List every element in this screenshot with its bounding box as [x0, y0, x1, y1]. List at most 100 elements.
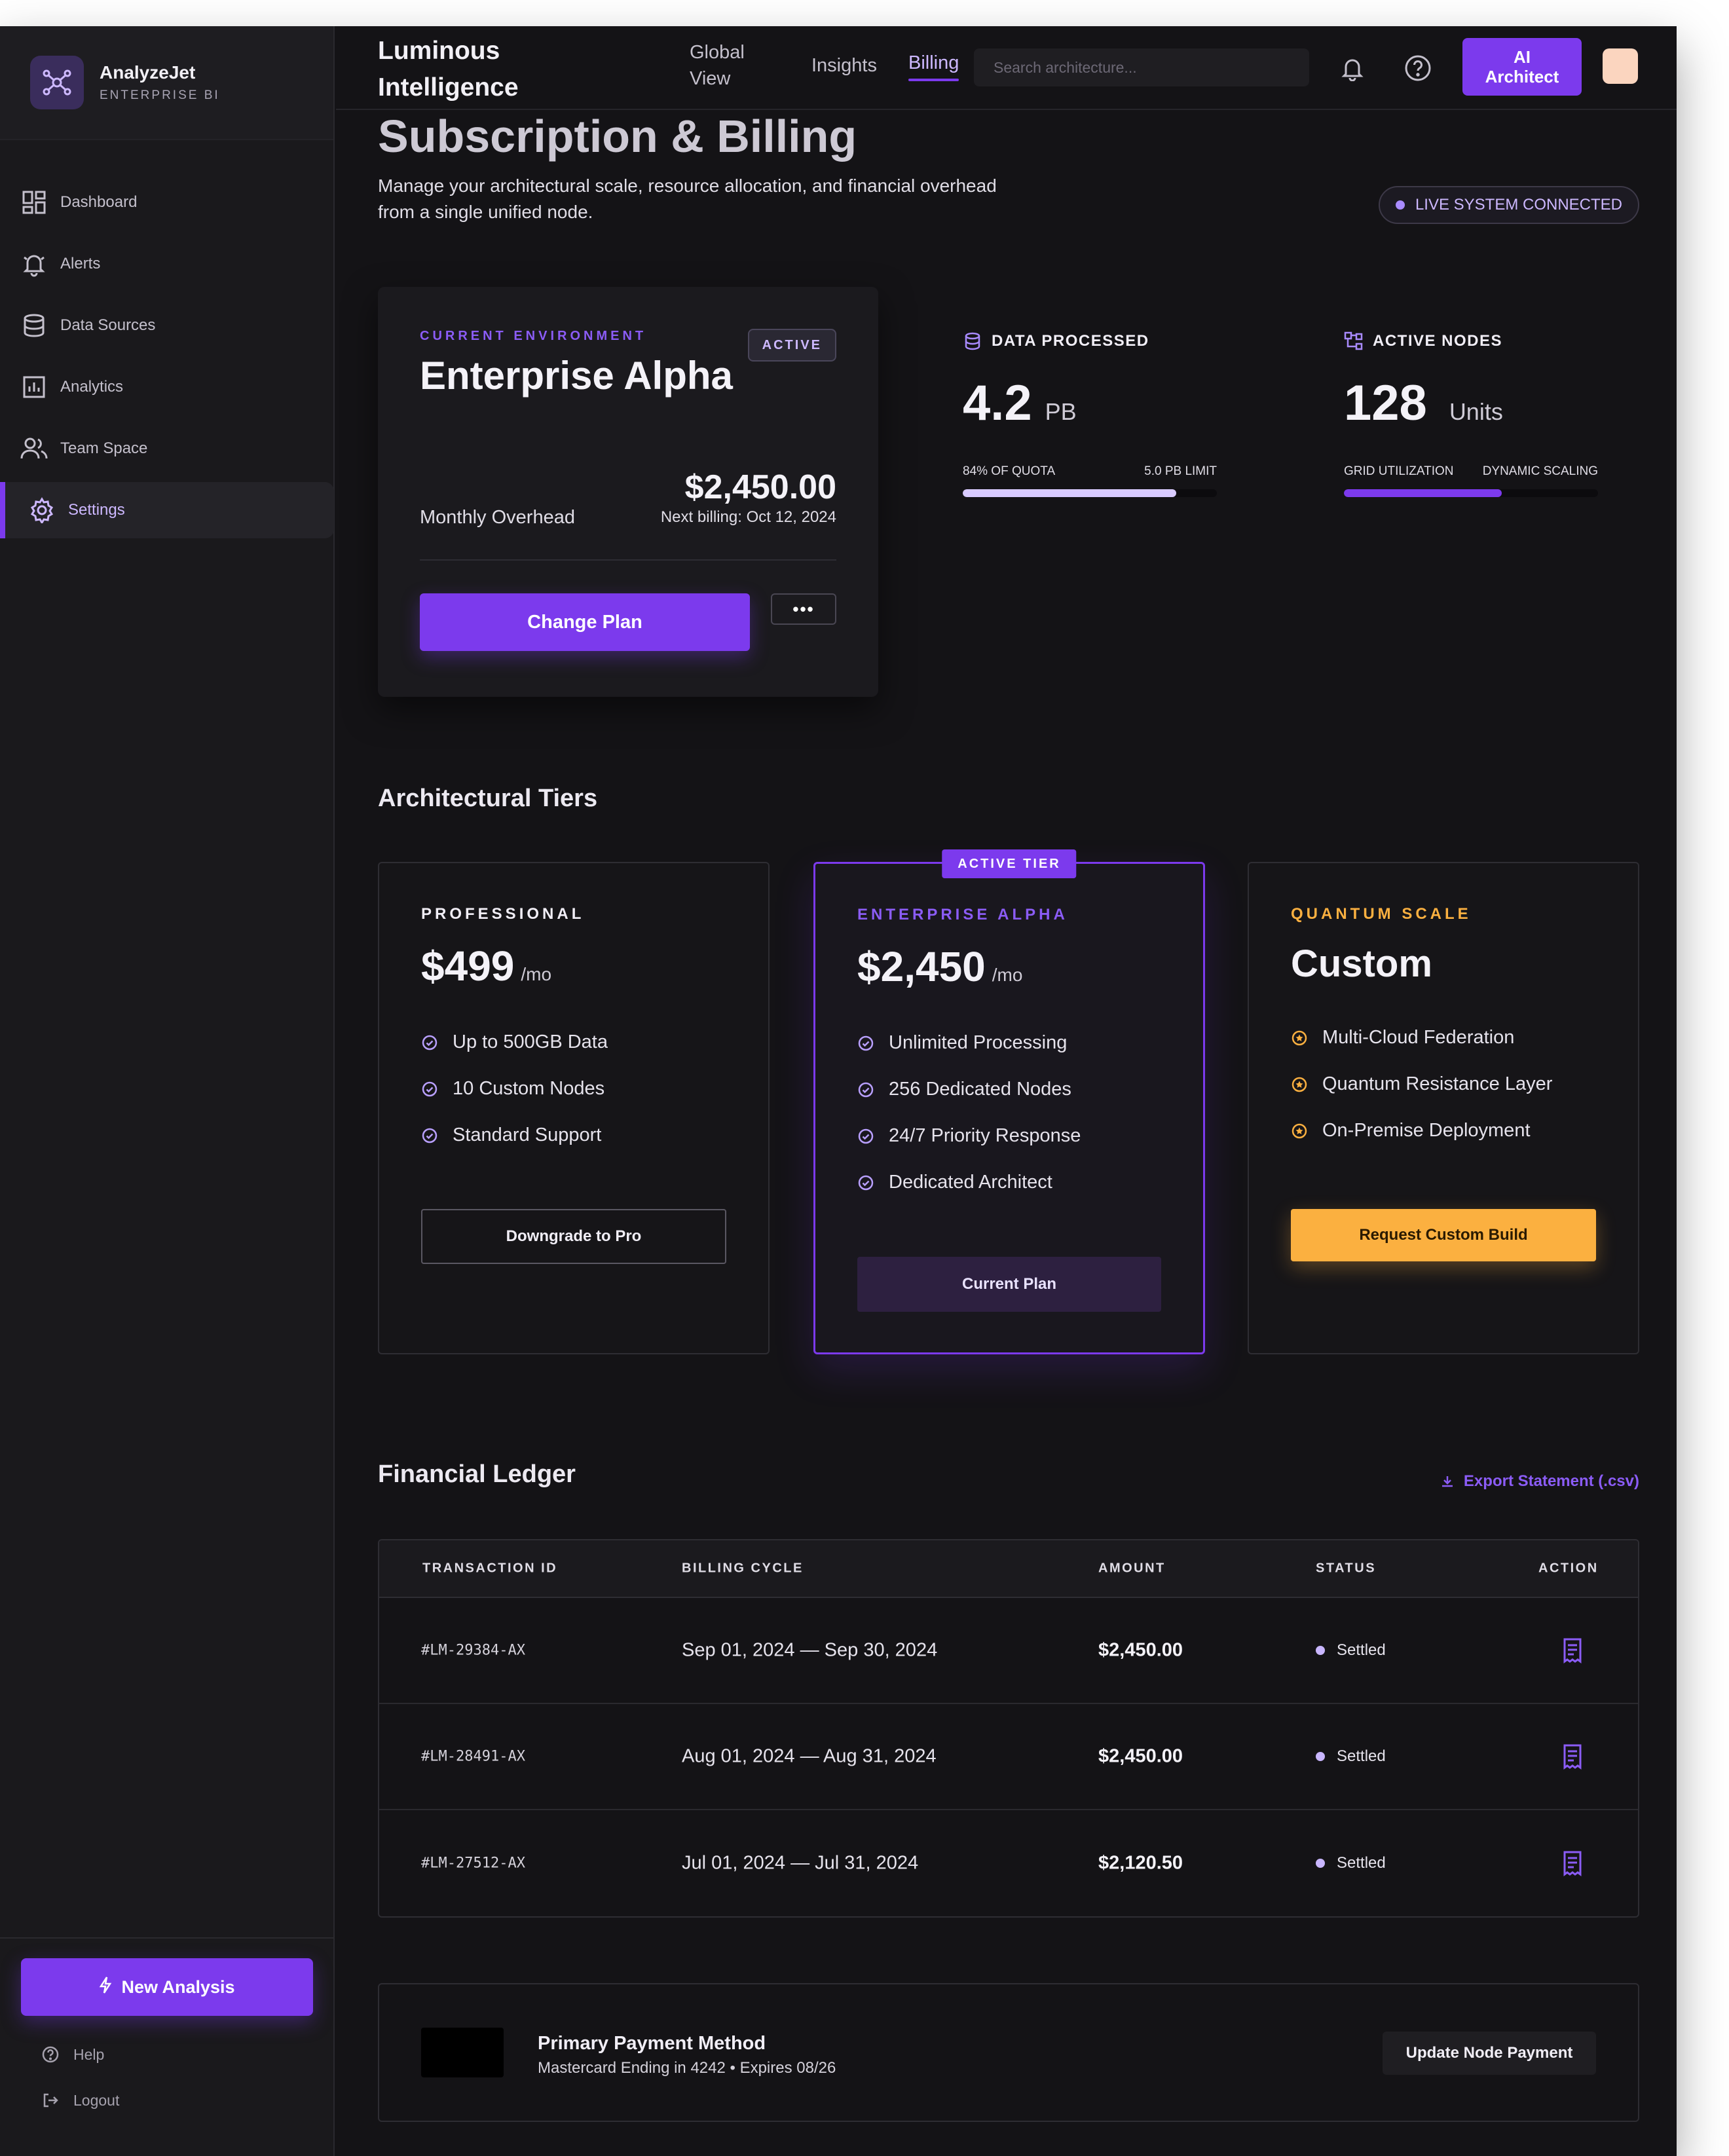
- search-input[interactable]: Search architecture...: [974, 48, 1309, 86]
- ai-architect-button[interactable]: AI Architect: [1462, 38, 1582, 96]
- database-icon: [963, 331, 982, 351]
- logout-link[interactable]: Logout: [21, 2091, 314, 2110]
- receipt-icon[interactable]: [1558, 1742, 1587, 1771]
- database-icon: [20, 311, 48, 340]
- column-header: BILLING CYCLE: [682, 1561, 804, 1576]
- logout-icon: [41, 2091, 60, 2110]
- feature-label: 10 Custom Nodes: [453, 1078, 605, 1099]
- tier-price: Custom: [1291, 942, 1432, 985]
- tab-insights[interactable]: Insights: [811, 52, 877, 79]
- status-dot-icon: [1316, 1646, 1325, 1655]
- quota-percentage: 84% OF QUOTA: [963, 464, 1056, 478]
- dynamic-scaling-label: DYNAMIC SCALING: [1482, 464, 1598, 478]
- check-circle-icon: [857, 1128, 874, 1145]
- request-custom-build-button[interactable]: Request Custom Build: [1291, 1209, 1596, 1261]
- list-item: Up to 500GB Data: [421, 1019, 726, 1066]
- check-circle-icon: [421, 1034, 438, 1051]
- active-nodes-unit: Units: [1449, 398, 1503, 425]
- update-payment-button[interactable]: Update Node Payment: [1383, 2032, 1596, 2075]
- sidebar-item-label: Settings: [68, 501, 125, 519]
- star-circle-icon: [1291, 1076, 1308, 1093]
- export-statement-label: Export Statement (.csv): [1463, 1472, 1639, 1490]
- quota-progress-bar: [963, 489, 1217, 497]
- sidebar-item-data-sources[interactable]: Data Sources: [0, 297, 335, 354]
- active-nodes-label: ACTIVE NODES: [1373, 332, 1503, 350]
- new-analysis-button[interactable]: New Analysis: [21, 1958, 313, 2016]
- feature-label: Dedicated Architect: [889, 1172, 1052, 1193]
- table-row: #LM-27512-AX Jul 01, 2024 — Jul 31, 2024…: [379, 1810, 1638, 1916]
- table-header: TRANSACTION ID BILLING CYCLE AMOUNT STAT…: [379, 1540, 1638, 1598]
- transaction-id: #LM-27512-AX: [421, 1855, 525, 1872]
- live-status-label: LIVE SYSTEM CONNECTED: [1415, 196, 1622, 214]
- check-circle-icon: [421, 1081, 438, 1098]
- users-icon: [20, 434, 48, 463]
- star-circle-icon: [1291, 1123, 1308, 1140]
- sidebar-item-label: Analytics: [60, 378, 124, 396]
- data-processed-value: 4.2: [963, 375, 1032, 431]
- list-item: Unlimited Processing: [857, 1020, 1161, 1066]
- receipt-icon[interactable]: [1558, 1849, 1587, 1878]
- nodes-icon: [1344, 331, 1364, 351]
- tier-features: Up to 500GB Data 10 Custom Nodes Standar…: [421, 1019, 726, 1159]
- brand-subtitle: ENTERPRISE BI: [100, 88, 220, 102]
- sidebar-footer: New Analysis Help Logout: [0, 1937, 335, 2130]
- utilization-progress-fill: [1344, 489, 1502, 497]
- page-title: Subscription & Billing: [378, 111, 857, 162]
- tab-billing[interactable]: Billing: [908, 50, 959, 81]
- download-icon: [1439, 1473, 1456, 1490]
- sidebar-item-settings[interactable]: Settings: [0, 482, 334, 538]
- dashboard-icon: [20, 188, 48, 217]
- tab-global-view[interactable]: Global View: [690, 39, 755, 92]
- status-label: Settled: [1337, 1854, 1386, 1872]
- amount: $2,120.50: [1098, 1852, 1183, 1874]
- change-plan-button[interactable]: Change Plan: [420, 593, 750, 651]
- sidebar-item-label: Alerts: [60, 255, 101, 272]
- tier-card-professional: PROFESSIONAL $499 /mo Up to 500GB Data 1…: [378, 862, 770, 1354]
- export-statement-link[interactable]: Export Statement (.csv): [1439, 1472, 1639, 1491]
- data-processed-label: DATA PROCESSED: [992, 332, 1149, 350]
- tier-price: $2,450: [857, 943, 986, 990]
- feature-label: 24/7 Priority Response: [889, 1125, 1081, 1146]
- sidebar-item-alerts[interactable]: Alerts: [0, 236, 335, 292]
- chart-icon: [20, 373, 48, 401]
- status-badge: Settled: [1316, 1641, 1386, 1660]
- bolt-icon: [99, 1976, 112, 1999]
- check-circle-icon: [857, 1081, 874, 1098]
- status-badge: Settled: [1316, 1854, 1386, 1872]
- quota-limit: 5.0 PB LIMIT: [1144, 464, 1217, 478]
- column-header: STATUS: [1316, 1561, 1377, 1576]
- ledger-section-title: Financial Ledger: [378, 1460, 576, 1488]
- help-link[interactable]: Help: [21, 2045, 314, 2064]
- check-circle-icon: [421, 1127, 438, 1144]
- receipt-icon[interactable]: [1558, 1636, 1587, 1665]
- notification-bell-icon[interactable]: [1338, 54, 1367, 83]
- status-label: Settled: [1337, 1747, 1386, 1765]
- page-description: Manage your architectural scale, resourc…: [378, 176, 997, 222]
- tier-card-enterprise-alpha: ACTIVE TIER ENTERPRISE ALPHA $2,450 /mo …: [813, 849, 1205, 1354]
- sidebar-item-analytics[interactable]: Analytics: [0, 359, 335, 415]
- billing-cycle: Aug 01, 2024 — Aug 31, 2024: [682, 1745, 937, 1767]
- tier-name: ENTERPRISE ALPHA: [857, 906, 1068, 923]
- billing-cycle: Sep 01, 2024 — Sep 30, 2024: [682, 1639, 938, 1661]
- next-billing-date: Next billing: Oct 12, 2024: [660, 508, 836, 526]
- list-item: 24/7 Priority Response: [857, 1113, 1161, 1159]
- sidebar: AnalyzeJet ENTERPRISE BI Dashboard Alert…: [0, 26, 335, 2156]
- new-analysis-label: New Analysis: [121, 1977, 235, 1997]
- amount: $2,450.00: [1098, 1639, 1183, 1661]
- live-status-badge: LIVE SYSTEM CONNECTED: [1378, 186, 1639, 224]
- tiers-section-title: Architectural Tiers: [378, 785, 598, 812]
- avatar[interactable]: [1603, 48, 1638, 84]
- downgrade-button[interactable]: Downgrade to Pro: [421, 1209, 726, 1264]
- status-dot-icon: [1316, 1752, 1325, 1761]
- tier-card-quantum-scale: QUANTUM SCALE Custom Multi-Cloud Federat…: [1248, 862, 1639, 1354]
- current-plan-button[interactable]: Current Plan: [857, 1257, 1161, 1312]
- sidebar-item-dashboard[interactable]: Dashboard: [0, 174, 335, 231]
- active-nodes-value: 128: [1344, 375, 1427, 431]
- sidebar-item-team-space[interactable]: Team Space: [0, 420, 335, 477]
- more-options-button[interactable]: •••: [771, 593, 836, 625]
- data-processed-stat: DATA PROCESSED 4.2 PB 84% OF QUOTA 5.0 P…: [963, 331, 1217, 497]
- list-item: Multi-Cloud Federation: [1291, 1014, 1596, 1061]
- status-badge: Settled: [1316, 1747, 1386, 1766]
- help-circle-icon[interactable]: [1404, 54, 1432, 83]
- list-item: Dedicated Architect: [857, 1159, 1161, 1206]
